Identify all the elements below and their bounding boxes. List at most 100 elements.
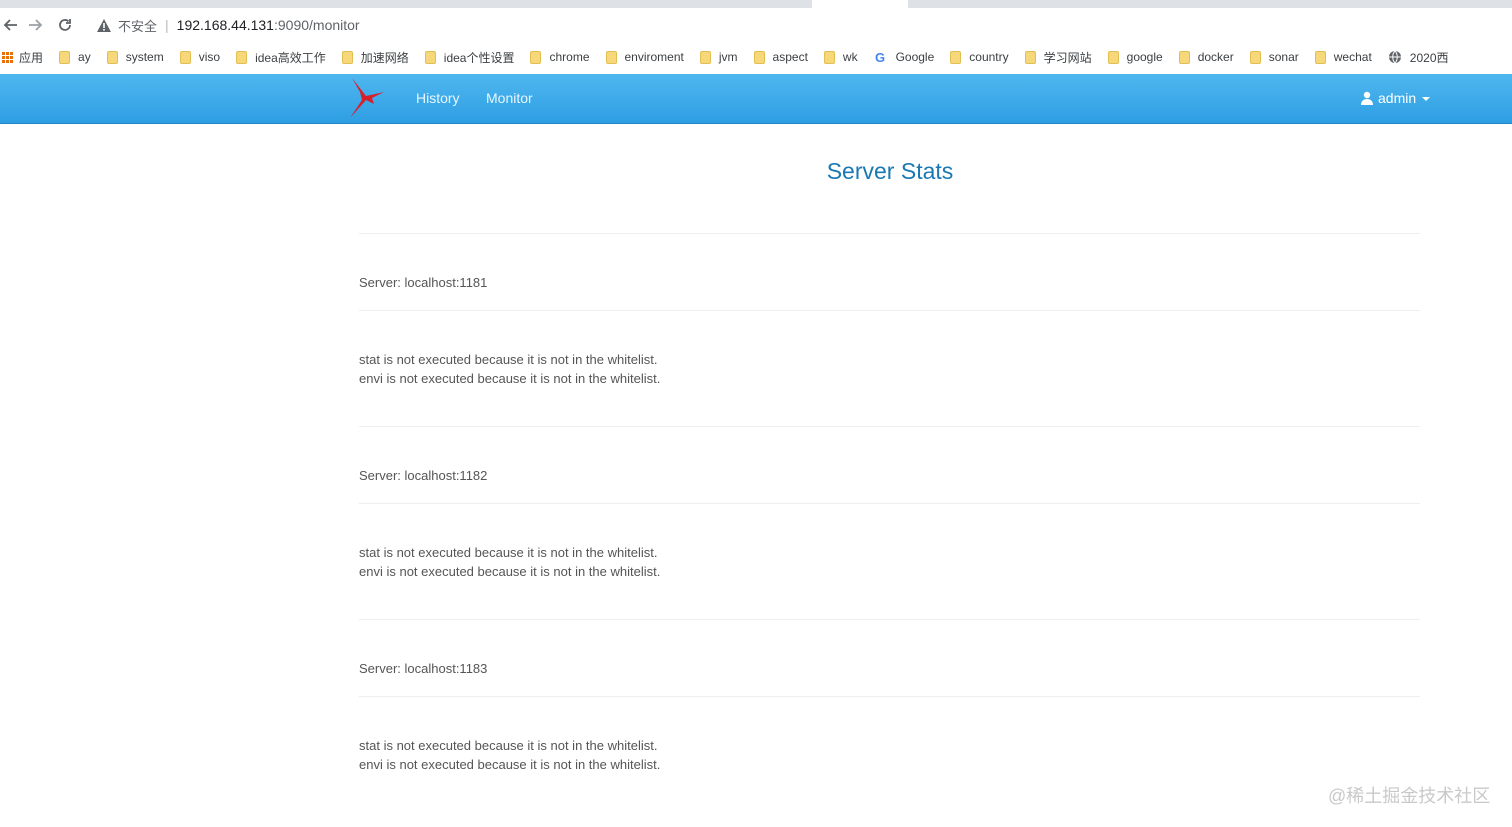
bookmark-item[interactable]: idea高效工作 (236, 49, 326, 66)
bookmark-item[interactable]: jvm (699, 50, 738, 64)
bookmark-label: 应用 (19, 50, 44, 65)
back-arrow-icon[interactable] (0, 14, 22, 36)
message-line: envi is not executed because it is not i… (359, 371, 661, 386)
bookmark-item[interactable]: aspect (753, 50, 808, 64)
nav-history-link[interactable]: History (416, 90, 460, 106)
bookmark-label: sonar (1268, 50, 1299, 64)
message-line: envi is not executed because it is not i… (359, 757, 661, 772)
bookmark-label: idea个性设置 (443, 50, 515, 65)
bookmark-label: docker (1197, 50, 1234, 64)
user-name: admin (1378, 90, 1417, 106)
bookmark-item[interactable]: enviroment (605, 50, 684, 64)
bookmark-item[interactable]: viso (179, 50, 221, 64)
server-messages: stat is not executed because it is not i… (359, 543, 660, 581)
bookmark-item[interactable]: wk (823, 50, 858, 64)
globe-icon (1388, 50, 1401, 64)
bookmark-label: 学习网站 (1043, 50, 1092, 65)
folder-icon (179, 50, 191, 64)
message-line: stat is not executed because it is not i… (359, 545, 658, 560)
bookmark-label: chrome (549, 50, 590, 64)
bookmark-label: ay (78, 50, 91, 64)
bookmark-label: 加速网络 (360, 50, 409, 65)
watermark: @稀土掘金技术社区 (1328, 786, 1491, 806)
bookmark-label: viso (198, 50, 221, 64)
divider (359, 310, 1420, 311)
apps-icon (2, 51, 13, 63)
folder-icon (236, 50, 248, 64)
warning-icon (96, 17, 112, 33)
folder-icon (59, 50, 71, 64)
insecure-label: 不安全 (118, 18, 158, 34)
bookmark-label: google (1126, 50, 1163, 64)
bookmark-label: Google (895, 50, 935, 64)
bookmark-item[interactable]: 应用 (2, 49, 43, 66)
nav-monitor-link[interactable]: Monitor (486, 90, 533, 106)
bookmark-item[interactable]: wechat (1314, 50, 1372, 64)
bookmark-item[interactable]: sonar (1249, 50, 1299, 64)
divider (359, 233, 1420, 234)
folder-icon (605, 50, 617, 64)
omnibox-separator: | (165, 17, 169, 33)
message-line: stat is not executed because it is not i… (359, 738, 658, 753)
bookmark-label: country (969, 50, 1009, 64)
bookmark-label: idea高效工作 (255, 50, 326, 65)
server-messages: stat is not executed because it is not i… (359, 350, 660, 388)
address-bar[interactable]: 不安全 | 192.168.44.131:9090/monitor (88, 11, 1488, 39)
user-icon (1361, 91, 1373, 105)
bookmark-item[interactable]: system (106, 50, 164, 64)
bookmark-item[interactable]: ay (59, 50, 91, 64)
bookmark-item[interactable]: chrome (530, 50, 590, 64)
server-label: Server: localhost:1181 (359, 275, 488, 290)
app-navbar: History Monitor admin (0, 74, 1512, 124)
bookmark-item[interactable]: 学习网站 (1024, 49, 1092, 66)
reload-icon[interactable] (54, 14, 76, 36)
bookmark-label: enviroment (624, 50, 684, 64)
folder-icon (424, 50, 436, 64)
caret-down-icon (1422, 97, 1431, 101)
message-line: envi is not executed because it is not i… (359, 564, 661, 579)
folder-icon (753, 50, 765, 64)
bookmark-item[interactable]: 加速网络 (341, 49, 409, 66)
server-label: Server: localhost:1183 (359, 661, 488, 676)
server-label: Server: localhost:1182 (359, 468, 488, 483)
bookmark-label: wechat (1333, 50, 1372, 64)
google-icon: G (875, 50, 885, 64)
bookmark-label: 2020西 (1409, 50, 1449, 65)
bookmark-item[interactable]: G Google (874, 50, 935, 64)
svg-text:G: G (875, 50, 885, 64)
bookmark-item[interactable]: docker (1178, 50, 1234, 64)
url-host: 192.168.44.131 (176, 17, 274, 33)
page-title: Server Stats (826, 158, 954, 184)
bookmark-item[interactable]: google (1107, 50, 1163, 64)
bookmark-label: system (125, 50, 164, 64)
divider (359, 619, 1420, 620)
divider (359, 426, 1420, 427)
bookmark-label: wk (842, 50, 858, 64)
bird-logo-icon[interactable] (344, 74, 392, 122)
message-line: stat is not executed because it is not i… (359, 352, 658, 367)
forward-arrow-icon[interactable] (24, 14, 46, 36)
bookmark-label: jvm (718, 50, 738, 64)
folder-icon (341, 50, 353, 64)
browser-toolbar: 不安全 | 192.168.44.131:9090/monitor (0, 8, 1512, 42)
folder-icon (950, 50, 962, 64)
folder-icon (1249, 50, 1261, 64)
folder-icon (530, 50, 542, 64)
folder-icon (1024, 50, 1036, 64)
browser-tab-strip (0, 0, 1512, 8)
divider (359, 503, 1420, 504)
folder-icon (823, 50, 835, 64)
server-messages: stat is not executed because it is not i… (359, 736, 660, 774)
bookmark-item[interactable]: idea个性设置 (424, 49, 515, 66)
divider (359, 696, 1420, 697)
bookmark-item[interactable]: country (950, 50, 1009, 64)
folder-icon (1314, 50, 1326, 64)
bookmark-item[interactable]: 2020西 (1388, 49, 1449, 66)
folder-icon (1107, 50, 1119, 64)
bookmark-label: aspect (772, 50, 808, 64)
user-menu-dropdown[interactable]: admin (1360, 90, 1431, 106)
folder-icon (1178, 50, 1190, 64)
active-tab[interactable] (812, 0, 908, 8)
folder-icon (106, 50, 118, 64)
bookmarks-bar: 应用 ay system viso idea高效工作 加速网络 idea个性设置 chrome… (0, 42, 1512, 72)
